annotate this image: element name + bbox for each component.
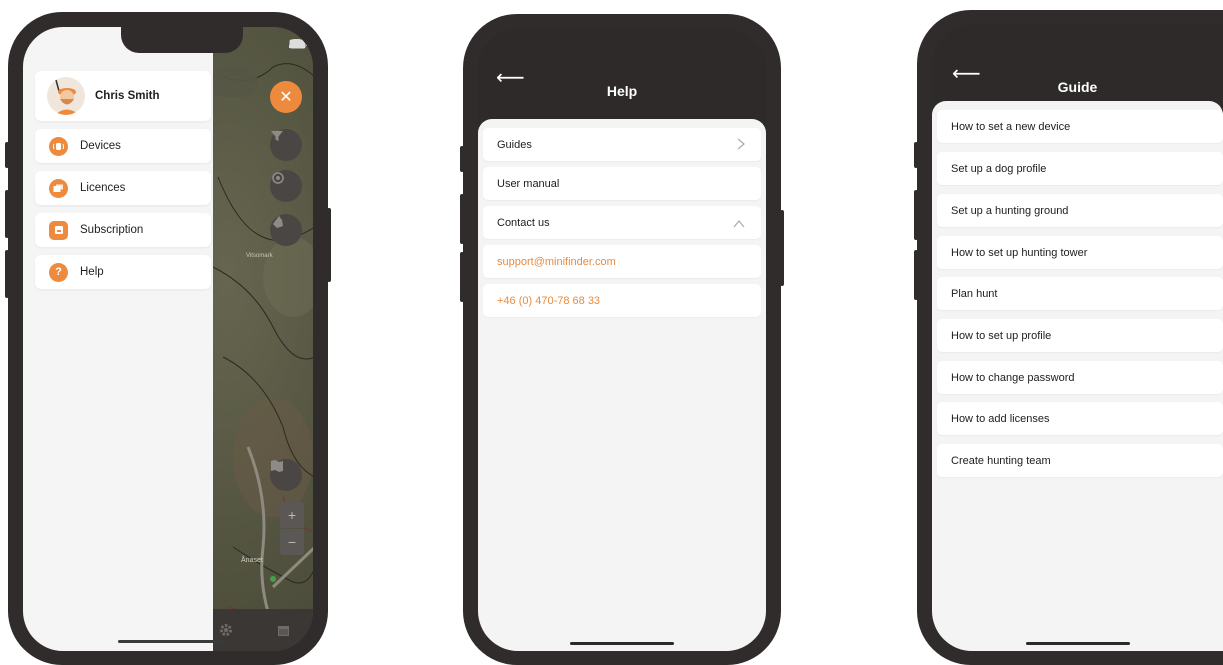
menu-item-devices[interactable]: Devices [35, 129, 211, 163]
devices-icon [49, 136, 68, 156]
volume-down [914, 250, 918, 300]
guide-item-label: How to set a new device [951, 120, 1071, 133]
side-drawer: Chris Smith Devices Licences Subscriptio… [23, 27, 213, 651]
profile-card[interactable]: Chris Smith [35, 71, 211, 121]
guide-item[interactable]: Set up a hunting ground [937, 194, 1223, 227]
menu-item-licences[interactable]: Licences [35, 171, 211, 205]
guide-item[interactable]: How to set up profile [937, 319, 1223, 352]
help-item-label: Guides [497, 138, 532, 151]
dog-button[interactable] [270, 214, 302, 246]
guide-list: How to set a new device Set up a dog pro… [932, 101, 1223, 651]
menu-item-help[interactable]: ? Help [35, 255, 211, 289]
map-label: Ånaset [241, 557, 263, 564]
phone-help: ⟵ Help Guides User manual Contact us sup… [460, 14, 784, 665]
chevron-right-icon [737, 137, 745, 153]
menu-item-label: Subscription [80, 224, 144, 236]
phone-link[interactable]: +46 (0) 470-78 68 33 [497, 295, 600, 307]
contact-email[interactable]: support@minifinder.com [483, 245, 761, 278]
settings-gear-icon[interactable] [219, 623, 233, 637]
guide-screen: ⟵ Guide How to set a new device Set up a… [932, 25, 1223, 651]
subscription-icon [49, 220, 68, 240]
filter-icon [271, 131, 283, 141]
mute-switch [914, 142, 918, 168]
map-label: Vitsomark [246, 253, 273, 259]
help-item-user-manual[interactable]: User manual [483, 167, 761, 200]
guide-item[interactable]: How to add licenses [937, 402, 1223, 435]
home-indicator[interactable] [1026, 642, 1130, 645]
power-button [780, 210, 784, 286]
volume-up [5, 190, 9, 238]
mute-switch [5, 142, 9, 168]
guide-item[interactable]: Plan hunt [937, 277, 1223, 310]
guide-item-label: How to set up profile [951, 329, 1052, 342]
filter-button[interactable] [270, 129, 302, 161]
guide-item-label: Plan hunt [951, 287, 998, 300]
guide-item[interactable]: How to set a new device [937, 110, 1223, 143]
guide-item-label: How to change password [951, 371, 1075, 384]
locate-button[interactable] [270, 170, 302, 202]
licences-icon [49, 178, 68, 198]
email-link[interactable]: support@minifinder.com [497, 256, 616, 268]
volume-up [460, 194, 464, 244]
calendar-icon[interactable] [277, 624, 290, 637]
help-item-guides[interactable]: Guides [483, 128, 761, 161]
help-item-contact-us[interactable]: Contact us [483, 206, 761, 239]
guide-item[interactable]: How to set up hunting tower [937, 236, 1223, 269]
menu-item-label: Licences [80, 182, 126, 194]
home-indicator[interactable] [118, 640, 222, 643]
page-title: Help [606, 83, 638, 99]
power-button [327, 208, 331, 282]
guide-item[interactable]: Set up a dog profile [937, 152, 1223, 185]
zoom-out-button[interactable]: − [280, 529, 304, 555]
volume-up [914, 190, 918, 240]
chevron-up-icon [733, 215, 745, 231]
crosshair-icon [272, 172, 284, 184]
help-content: Guides User manual Contact us support@mi… [478, 119, 766, 651]
help-screen: ⟵ Help Guides User manual Contact us sup… [478, 29, 766, 651]
guide-item-label: How to add licenses [951, 412, 1050, 425]
guide-item-label: Set up a hunting ground [951, 204, 1069, 217]
menu-screen: Vitsomark Ånaset ✕ + − Chris Smith Devic… [23, 27, 313, 651]
help-item-label: User manual [497, 177, 560, 190]
mute-switch [460, 146, 464, 172]
phone-menu: Vitsomark Ånaset ✕ + − Chris Smith Devic… [5, 12, 331, 665]
volume-down [5, 250, 9, 298]
home-indicator[interactable] [570, 642, 674, 645]
help-header: ⟵ Help [478, 29, 766, 121]
user-name: Chris Smith [95, 90, 160, 102]
guide-item-label: Set up a dog profile [951, 162, 1047, 175]
guide-item[interactable]: How to change password [937, 361, 1223, 394]
zoom-in-button[interactable]: + [280, 502, 304, 528]
help-item-label: Contact us [497, 216, 550, 229]
help-icon: ? [49, 262, 68, 282]
menu-item-label: Help [80, 266, 104, 278]
close-icon: ✕ [279, 89, 293, 106]
menu-item-subscription[interactable]: Subscription [35, 213, 211, 247]
map-layers-button[interactable] [270, 459, 302, 491]
notch [121, 27, 243, 53]
guide-item[interactable]: Create hunting team [937, 444, 1223, 477]
guide-item-label: Create hunting team [951, 454, 1051, 467]
phone-guide: ⟵ Guide How to set a new device Set up a… [914, 10, 1223, 665]
map-icon [271, 460, 283, 472]
menu-item-label: Devices [80, 140, 121, 152]
avatar [47, 77, 85, 115]
dog-head-icon [273, 216, 283, 228]
volume-down [460, 252, 464, 302]
contact-phone[interactable]: +46 (0) 470-78 68 33 [483, 284, 761, 317]
close-menu-button[interactable]: ✕ [270, 81, 302, 113]
page-title: Guide [1057, 79, 1098, 95]
guide-item-label: How to set up hunting tower [951, 246, 1088, 259]
